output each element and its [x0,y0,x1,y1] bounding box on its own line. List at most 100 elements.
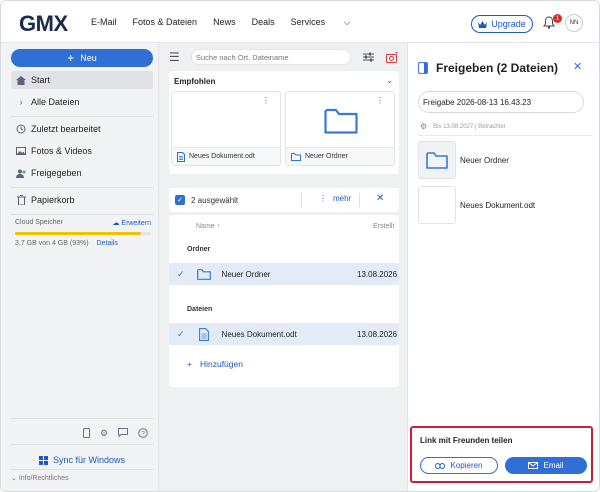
storage-details-link[interactable]: Details [97,240,118,247]
panel-icon [418,62,428,74]
recommended-card-document[interactable]: ⋮ Neues Dokument.odt [171,91,281,166]
selection-toolbar: ✓ 2 ausgewählt ⋮ mehr ✕ [169,188,399,212]
close-icon[interactable]: ✕ [573,60,582,73]
gear-icon[interactable]: ⚙ [100,428,108,439]
recommended-title: Empfohlen [174,77,216,86]
sidebar-item-alle-dateien[interactable]: › Alle Dateien [11,93,153,111]
nav-news[interactable]: News [213,17,236,28]
info-legal-link[interactable]: ⌄ Info/Rechtliches [11,474,69,482]
copy-link-button[interactable]: Kopieren [420,457,498,474]
selection-count: 2 ausgewählt [191,195,239,205]
table-row[interactable]: ✓ Neuer Ordner 13.08.2026 [169,263,399,285]
clock-icon [11,124,31,134]
file-list: Name ↑ Erstellt Ordner ✓ Neuer Ordner 13… [169,215,399,387]
divider [11,187,153,188]
mobile-icon[interactable] [83,428,90,439]
upgrade-button[interactable]: Upgrade [471,15,533,33]
sidebar-item-papierkorb[interactable]: Papierkorb [11,191,153,209]
home-icon [11,75,31,85]
email-share-label: Email [543,461,564,470]
add-button[interactable]: + Hinzufügen [187,359,243,369]
search-input[interactable] [196,52,346,62]
column-name-header[interactable]: Name ↑ [196,223,220,230]
menu-icon[interactable]: ☰ [169,50,191,64]
sidebar-item-freigegeben[interactable]: Freigegeben [11,164,153,182]
sidebar-item-label: Alle Dateien [31,97,80,107]
cloud-storage-title: Cloud Speicher [15,219,63,226]
expand-storage-label: Erweitern [121,220,151,227]
plus-icon: + [67,51,75,65]
row-date: 13.08.2026 [357,329,398,339]
help-icon[interactable]: ? [138,428,148,439]
row-file-name: Neues Dokument.odt [221,329,297,339]
divider [11,444,153,445]
share-info: ⚙ Bis 13.08.2027 | Betrachter [420,122,506,131]
sync-windows-button[interactable]: Sync für Windows [11,453,153,467]
file-browser: ☰ Empfohlen ⌄ ⋮ Neues Dokument.od [159,43,407,491]
svg-text:?: ? [141,430,145,437]
nav-email[interactable]: E-Mail [91,17,117,28]
select-all-checkbox[interactable]: ✓ [175,195,185,205]
nav-fotos-dateien[interactable]: Fotos & Dateien [133,17,198,28]
recommended-card-folder[interactable]: ⋮ Neuer Ordner [285,91,395,166]
divider [11,116,153,117]
nav-services[interactable]: Services ⌵ [291,17,367,28]
new-button-label: Neu [80,53,97,63]
document-icon [198,327,209,341]
new-button[interactable]: + Neu [11,49,153,67]
sidebar-item-zuletzt[interactable]: Zuletzt bearbeitet [11,120,153,138]
share-name-field [418,91,584,113]
upgrade-label: Upgrade [491,19,526,29]
share-link-box: Link mit Freunden teilen Kopieren Email [410,426,593,483]
more-actions-button[interactable]: ⋮ mehr [319,194,351,203]
avatar[interactable]: NN [565,14,583,32]
sidebar-utility-icons: ⚙ ? [83,428,148,439]
card-caption: Neues Dokument.odt [172,147,280,165]
camera-icon[interactable] [386,51,398,63]
toolbar: ☰ [169,47,399,67]
link-icon [435,462,446,469]
checkmark-icon[interactable]: ✓ [177,329,185,340]
sidebar-item-start[interactable]: Start [11,71,153,89]
chevron-down-icon: ⌄ [11,475,17,482]
info-legal-label: Info/Rechtliches [18,475,69,482]
close-icon[interactable]: ✕ [376,193,384,204]
divider [301,193,302,207]
column-created-header[interactable]: Erstellt [373,223,394,230]
storage-bar-fill [15,232,142,235]
app-window: GMX E-Mail Fotos & Dateien News Deals Se… [0,0,600,492]
folder-icon [426,151,448,169]
email-share-button[interactable]: Email [505,457,587,474]
arrow-up-icon: ↑ [216,223,221,230]
expand-storage-link[interactable]: ☁ Erweitern [112,219,151,227]
share-info-text: Bis 13.08.2027 | Betrachter [433,123,506,130]
more-options-icon[interactable]: ⋮ [376,96,384,105]
divider [11,214,153,215]
share-name-input[interactable] [423,97,581,107]
trash-icon [11,195,31,205]
panel-title: Freigeben (2 Dateien) [436,61,559,75]
main-nav: E-Mail Fotos & Dateien News Deals Servic… [91,17,382,28]
filter-icon[interactable] [363,52,374,62]
more-actions-label: mehr [333,194,352,203]
checkmark-icon[interactable]: ✓ [177,269,185,280]
gmx-logo[interactable]: GMX [19,11,68,37]
feedback-icon[interactable] [118,428,129,439]
sidebar-item-label: Start [31,75,51,85]
sidebar-item-label: Zuletzt bearbeitet [31,124,101,134]
image-icon [11,147,31,155]
divider [11,418,153,419]
row-file-name: Neuer Ordner [221,269,271,279]
table-row[interactable]: ✓ Neues Dokument.odt 13.08.2026 [169,323,399,345]
more-options-icon[interactable]: ⋮ [262,96,270,105]
nav-deals[interactable]: Deals [252,17,275,28]
recommended-section: Empfohlen ⌄ ⋮ Neues Dokument.odt ⋮ Neuer… [169,71,399,174]
folder-icon [196,268,211,280]
copy-link-label: Kopieren [450,461,483,470]
sidebar-item-fotos[interactable]: Fotos & Videos [11,142,153,160]
gear-icon[interactable]: ⚙ [420,122,427,131]
chevron-down-icon[interactable]: ⌄ [386,76,393,85]
sidebar-item-label: Freigegeben [31,168,82,178]
card-file-name: Neues Dokument.odt [189,153,255,160]
item-name: Neuer Ordner [460,155,509,165]
